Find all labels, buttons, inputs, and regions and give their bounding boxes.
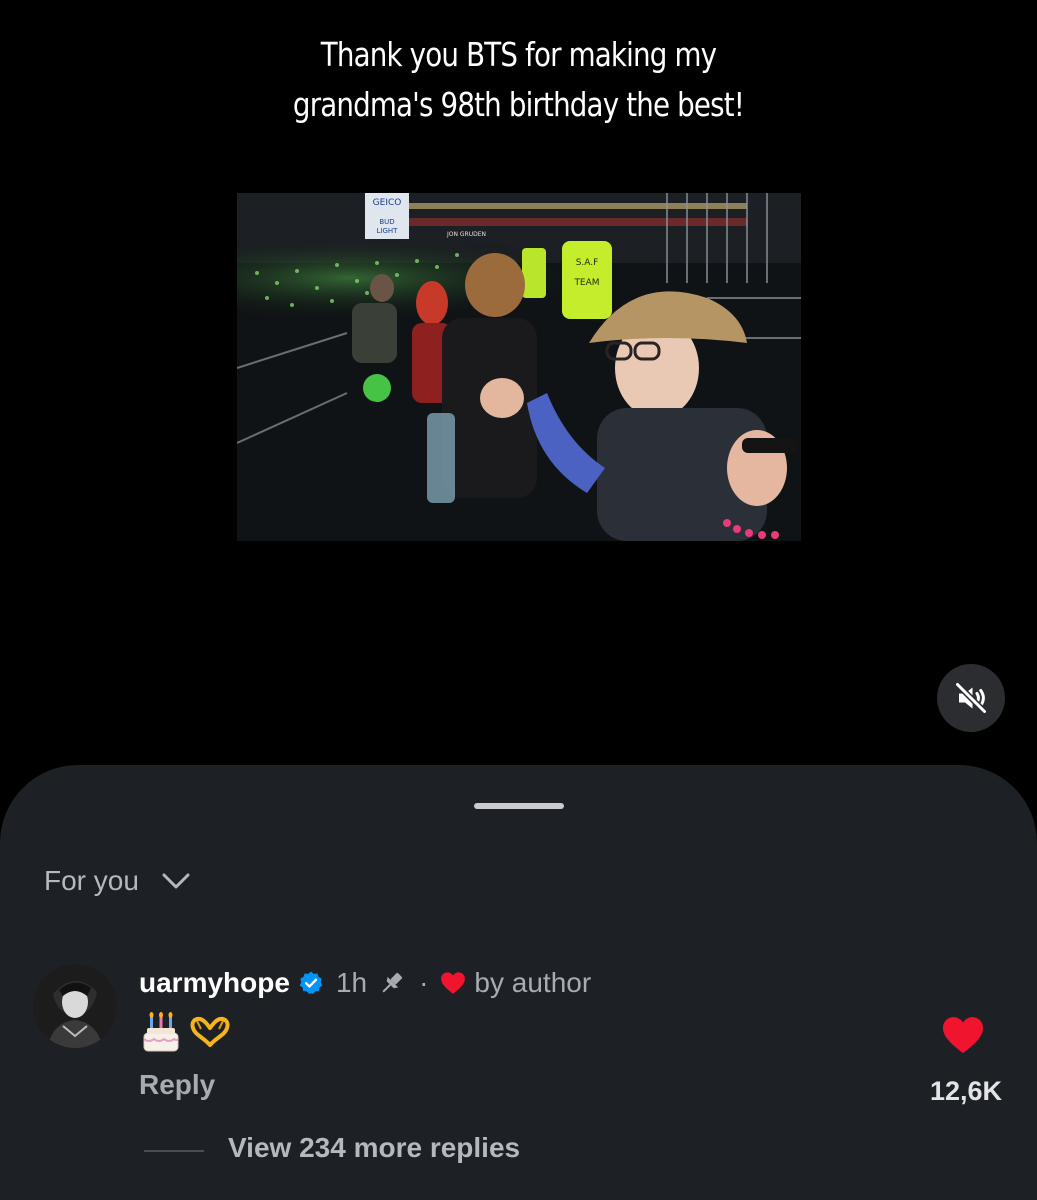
reply-button[interactable]: Reply <box>139 1069 215 1101</box>
liked-by-author-label: by author <box>474 967 592 998</box>
vest-text-1: S.A.F <box>576 258 599 268</box>
author-heart-icon <box>440 971 466 995</box>
comment-timestamp: 1h <box>335 967 368 998</box>
verified-badge-icon <box>298 970 324 996</box>
heart-filled-icon <box>943 1017 983 1054</box>
video-frame-scene: GEICO BUD LIGHT JON GRUDEN S.A.F TEAM <box>237 193 801 541</box>
video-player[interactable]: GEICO BUD LIGHT JON GRUDEN S.A.F TEAM <box>237 193 801 541</box>
sheet-drag-handle[interactable] <box>474 803 564 809</box>
avatar[interactable] <box>33 964 117 1048</box>
view-more-replies-link[interactable]: View 234 more replies <box>228 1132 520 1164</box>
mute-button[interactable] <box>937 664 1005 732</box>
chevron-down-icon <box>162 873 190 889</box>
caption-line-2: grandma's 98th birthday the best! <box>292 85 745 124</box>
reel-screen: Thank you BTS for making my grandma's 98… <box>0 0 1037 1200</box>
separator-dot: · <box>419 967 429 998</box>
comment-username[interactable]: uarmyhope <box>139 967 290 999</box>
geico-sign-text: GEICO <box>373 198 402 208</box>
comments-sheet: For you uarmyhope 1h · by author Reply 1… <box>0 765 1037 1200</box>
avatar-image <box>33 964 117 1048</box>
replies-divider-line <box>144 1150 204 1152</box>
comment-filter-label: For you <box>44 865 139 896</box>
light-sign-text: LIGHT <box>377 227 399 235</box>
comment-filter-dropdown[interactable]: For you <box>44 865 191 897</box>
birthday-cake-icon <box>143 1012 179 1052</box>
video-caption: Thank you BTS for making my grandma's 98… <box>83 30 954 130</box>
like-count: 12,6K <box>929 1076 1002 1106</box>
caption-line-1: Thank you BTS for making my <box>320 35 717 74</box>
vest-text-2: TEAM <box>573 278 599 288</box>
comment-header: uarmyhope 1h · by author <box>139 967 591 999</box>
speaker-muted-icon <box>955 682 987 714</box>
heart-hands-icon <box>190 1016 230 1047</box>
ring-of-honor-text: JON GRUDEN <box>446 231 486 238</box>
comment-text: 🎂 🫶 <box>141 1011 231 1053</box>
pin-icon <box>377 968 407 998</box>
like-button[interactable] <box>941 1015 985 1060</box>
bud-sign-text: BUD <box>379 218 394 226</box>
